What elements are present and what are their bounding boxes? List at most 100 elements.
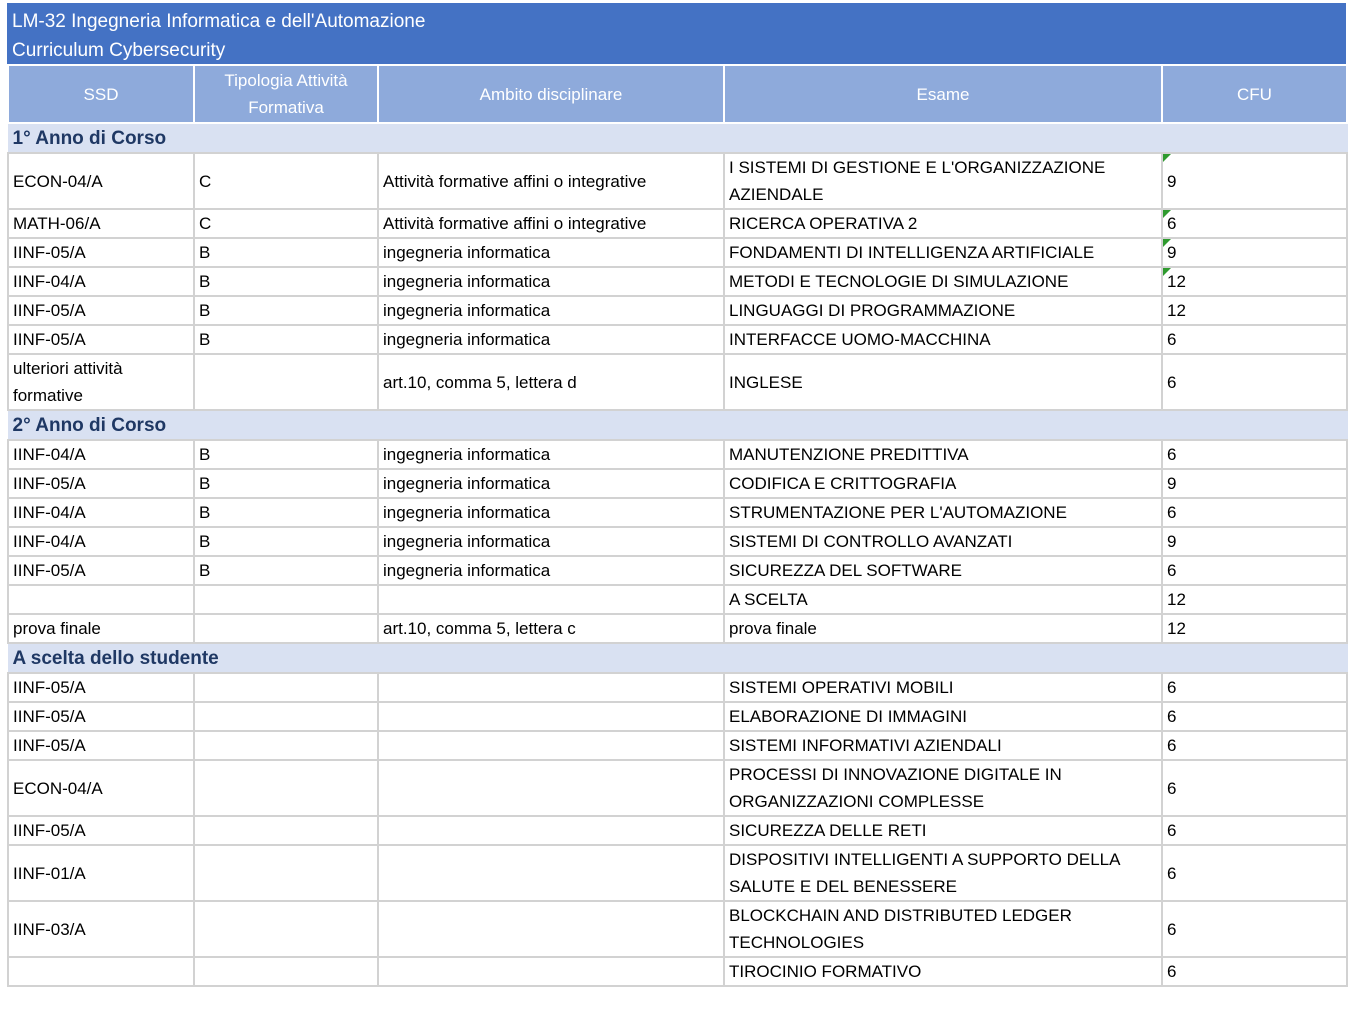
ssd-cell[interactable]: IINF-05/A	[7, 324, 195, 355]
cfu-cell[interactable]: 6	[1161, 439, 1348, 470]
esame-cell[interactable]: prova finale	[723, 613, 1163, 644]
ssd-cell[interactable]: IINF-05/A	[7, 295, 195, 326]
ambito-cell[interactable]: Attività formative affini o integrative	[377, 208, 725, 239]
tipologia-cell[interactable]: B	[193, 324, 379, 355]
header-tipologia[interactable]: Tipologia Attività Formativa	[193, 64, 379, 124]
ambito-cell[interactable]	[377, 701, 725, 732]
tipologia-cell[interactable]	[193, 701, 379, 732]
ssd-cell[interactable]: IINF-05/A	[7, 701, 195, 732]
comment-indicator-icon[interactable]	[1163, 154, 1171, 162]
ambito-cell[interactable]: ingegneria informatica	[377, 468, 725, 499]
esame-cell[interactable]: BLOCKCHAIN AND DISTRIBUTED LEDGER TECHNO…	[723, 900, 1163, 958]
tipologia-cell[interactable]	[193, 730, 379, 761]
ambito-cell[interactable]: Attività formative affini o integrative	[377, 152, 725, 210]
cfu-cell[interactable]: 6	[1161, 672, 1348, 703]
tipologia-cell[interactable]	[193, 900, 379, 958]
ssd-cell[interactable]: IINF-05/A	[7, 730, 195, 761]
esame-cell[interactable]: CODIFICA E CRITTOGRAFIA	[723, 468, 1163, 499]
esame-cell[interactable]: SISTEMI OPERATIVI MOBILI	[723, 672, 1163, 703]
cfu-cell[interactable]: 6	[1161, 497, 1348, 528]
comment-indicator-icon[interactable]	[1163, 239, 1171, 247]
cfu-cell[interactable]: 6	[1161, 956, 1348, 987]
ambito-cell[interactable]: ingegneria informatica	[377, 526, 725, 557]
tipologia-cell[interactable]	[193, 815, 379, 846]
tipologia-cell[interactable]	[193, 672, 379, 703]
esame-cell[interactable]: INTERFACCE UOMO-MACCHINA	[723, 324, 1163, 355]
tipologia-cell[interactable]	[193, 353, 379, 411]
ambito-cell[interactable]	[377, 672, 725, 703]
ssd-cell[interactable]: prova finale	[7, 613, 195, 644]
header-cfu[interactable]: CFU	[1161, 64, 1348, 124]
ambito-cell[interactable]: ingegneria informatica	[377, 439, 725, 470]
esame-cell[interactable]: TIROCINIO FORMATIVO	[723, 956, 1163, 987]
ssd-cell[interactable]: IINF-05/A	[7, 555, 195, 586]
ssd-cell[interactable]: ECON-04/A	[7, 759, 195, 817]
section-label[interactable]: 2° Anno di Corso	[7, 409, 1348, 441]
cfu-cell[interactable]: 6	[1161, 701, 1348, 732]
tipologia-cell[interactable]: B	[193, 295, 379, 326]
tipologia-cell[interactable]: B	[193, 468, 379, 499]
ssd-cell[interactable]: IINF-04/A	[7, 526, 195, 557]
ambito-cell[interactable]	[377, 956, 725, 987]
cfu-cell[interactable]: 9	[1161, 468, 1348, 499]
ssd-cell[interactable]: IINF-05/A	[7, 237, 195, 268]
esame-cell[interactable]: LINGUAGGI DI PROGRAMMAZIONE	[723, 295, 1163, 326]
ambito-cell[interactable]	[377, 844, 725, 902]
ambito-cell[interactable]: ingegneria informatica	[377, 324, 725, 355]
cfu-cell[interactable]: 6	[1161, 353, 1348, 411]
ssd-cell[interactable]	[7, 584, 195, 615]
header-ssd[interactable]: SSD	[7, 64, 195, 124]
cfu-cell[interactable]: 6	[1161, 555, 1348, 586]
cfu-cell[interactable]: 9	[1161, 152, 1348, 210]
cfu-cell[interactable]: 12	[1161, 584, 1348, 615]
esame-cell[interactable]: RICERCA OPERATIVA 2	[723, 208, 1163, 239]
tipologia-cell[interactable]: B	[193, 237, 379, 268]
ambito-cell[interactable]: ingegneria informatica	[377, 295, 725, 326]
ambito-cell[interactable]	[377, 730, 725, 761]
cfu-cell[interactable]: 6	[1161, 324, 1348, 355]
esame-cell[interactable]: DISPOSITIVI INTELLIGENTI A SUPPORTO DELL…	[723, 844, 1163, 902]
ambito-cell[interactable]: ingegneria informatica	[377, 497, 725, 528]
ambito-cell[interactable]	[377, 759, 725, 817]
tipologia-cell[interactable]: B	[193, 439, 379, 470]
esame-cell[interactable]: METODI E TECNOLOGIE DI SIMULAZIONE	[723, 266, 1163, 297]
ssd-cell[interactable]: IINF-03/A	[7, 900, 195, 958]
header-esame[interactable]: Esame	[723, 64, 1163, 124]
tipologia-cell[interactable]	[193, 759, 379, 817]
ssd-cell[interactable]: IINF-05/A	[7, 468, 195, 499]
cfu-cell[interactable]: 6	[1161, 844, 1348, 902]
ssd-cell[interactable]: IINF-04/A	[7, 439, 195, 470]
ambito-cell[interactable]: ingegneria informatica	[377, 237, 725, 268]
esame-cell[interactable]: STRUMENTAZIONE PER L'AUTOMAZIONE	[723, 497, 1163, 528]
tipologia-cell[interactable]: B	[193, 497, 379, 528]
ssd-cell[interactable]: IINF-01/A	[7, 844, 195, 902]
ambito-cell[interactable]: ingegneria informatica	[377, 266, 725, 297]
comment-indicator-icon[interactable]	[1163, 210, 1171, 218]
tipologia-cell[interactable]: B	[193, 266, 379, 297]
esame-cell[interactable]: INGLESE	[723, 353, 1163, 411]
cfu-cell[interactable]: 6	[1161, 815, 1348, 846]
ssd-cell[interactable]: IINF-04/A	[7, 497, 195, 528]
ambito-cell[interactable]	[377, 900, 725, 958]
tipologia-cell[interactable]	[193, 613, 379, 644]
esame-cell[interactable]: A SCELTA	[723, 584, 1163, 615]
esame-cell[interactable]: FONDAMENTI DI INTELLIGENZA ARTIFICIALE	[723, 237, 1163, 268]
ssd-cell[interactable]: ulteriori attività formative	[7, 353, 195, 411]
cfu-cell[interactable]: 12	[1161, 613, 1348, 644]
ssd-cell[interactable]: MATH-06/A	[7, 208, 195, 239]
section-label[interactable]: 1° Anno di Corso	[7, 122, 1348, 154]
cfu-cell[interactable]: 6	[1161, 759, 1348, 817]
tipologia-cell[interactable]	[193, 844, 379, 902]
tipologia-cell[interactable]: C	[193, 152, 379, 210]
cfu-cell[interactable]: 6	[1161, 730, 1348, 761]
cfu-cell[interactable]: 9	[1161, 237, 1348, 268]
esame-cell[interactable]: SISTEMI DI CONTROLLO AVANZATI	[723, 526, 1163, 557]
header-ambito[interactable]: Ambito disciplinare	[377, 64, 725, 124]
esame-cell[interactable]: I SISTEMI DI GESTIONE E L'ORGANIZZAZIONE…	[723, 152, 1163, 210]
section-label[interactable]: A scelta dello studente	[7, 642, 1348, 674]
esame-cell[interactable]: MANUTENZIONE PREDITTIVA	[723, 439, 1163, 470]
cfu-cell[interactable]: 9	[1161, 526, 1348, 557]
tipologia-cell[interactable]	[193, 584, 379, 615]
tipologia-cell[interactable]: C	[193, 208, 379, 239]
tipologia-cell[interactable]	[193, 956, 379, 987]
